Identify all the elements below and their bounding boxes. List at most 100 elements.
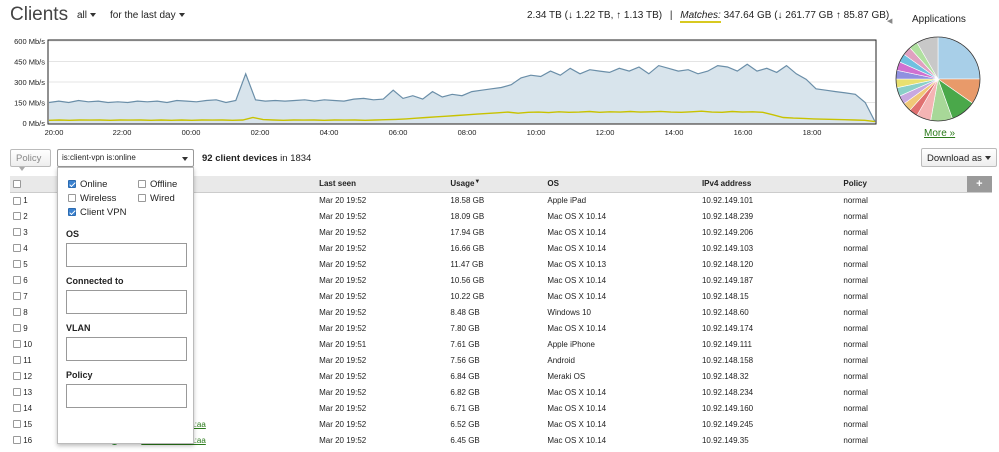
ip-cell: 10.92.149.111 — [698, 336, 841, 352]
filter-wireless[interactable]: Wireless — [68, 193, 116, 204]
column-last-seen[interactable]: Last seen — [316, 176, 448, 193]
wired-checkbox[interactable] — [138, 194, 146, 202]
x-tick-label: 04:00 — [320, 128, 339, 137]
filter-offline[interactable]: Offline — [138, 179, 177, 190]
search-value: is:client-vpn is:online — [62, 153, 136, 162]
applications-label: Applications — [912, 14, 966, 25]
usage-cell: 7.61 GB — [447, 336, 545, 352]
last-seen-cell: Mar 20 19:52 — [319, 291, 367, 301]
os-cell: Android — [547, 355, 575, 365]
y-tick-label: 450 Mb/s — [14, 58, 45, 67]
policy-cell: normal — [840, 272, 967, 288]
y-tick-label: 600 Mb/s — [14, 37, 45, 46]
last-seen-cell: Mar 20 19:51 — [316, 336, 448, 352]
policy-cell: normal — [843, 387, 868, 397]
search-input[interactable]: is:client-vpn is:online — [57, 149, 194, 167]
add-column-button[interactable]: + — [966, 176, 992, 193]
row-checkbox[interactable] — [13, 404, 21, 413]
filter-online[interactable]: Online — [68, 179, 107, 190]
usage-chart: 600 Mb/s 450 Mb/s 300 Mb/s 150 Mb/s 0 Mb/s 2… — [14, 37, 877, 137]
usage-cell: 16.66 GB — [447, 240, 545, 256]
ip-cell: 10.92.149.174 — [701, 323, 754, 333]
row-checkbox[interactable] — [13, 340, 21, 349]
download-button[interactable]: Download as — [921, 148, 997, 167]
os-cell: Windows 10 — [544, 304, 699, 320]
more-link[interactable]: More » — [924, 128, 955, 139]
column-os[interactable]: OS — [544, 176, 699, 193]
y-tick-label: 0 Mb/s — [22, 119, 45, 128]
row-checkbox[interactable] — [13, 324, 21, 333]
usage-cell: 8.48 GB — [447, 304, 545, 320]
policy-cell: normal — [843, 419, 868, 429]
filter-client-vpn[interactable]: Client VPN — [68, 207, 126, 218]
policy-button[interactable]: Policy — [10, 149, 51, 172]
time-range-dropdown[interactable]: for the last day — [110, 10, 185, 21]
policy-filter-input[interactable] — [66, 384, 187, 408]
filter-panel: Online Offline Wireless Wired Client VPN… — [57, 167, 194, 444]
x-tick-label: 16:00 — [734, 128, 753, 137]
usage-cell: 10.22 GB — [450, 291, 485, 301]
row-number: 13 — [23, 387, 33, 397]
row-checkbox[interactable] — [13, 308, 21, 317]
client-vpn-label: Client VPN — [80, 207, 127, 218]
policy-cell: normal — [840, 208, 967, 224]
select-all-checkbox[interactable] — [13, 180, 21, 189]
summary-separator: | — [669, 10, 673, 21]
filter-all-dropdown[interactable]: all — [77, 10, 97, 21]
row-checkbox[interactable] — [13, 228, 21, 237]
row-checkbox[interactable] — [13, 372, 21, 381]
column-usage[interactable]: Usage▼ — [447, 176, 545, 193]
last-seen-cell: Mar 20 19:52 — [319, 259, 367, 269]
connected-filter-input[interactable] — [66, 290, 187, 314]
y-tick-label: 150 Mb/s — [14, 99, 45, 108]
policy-cell: normal — [843, 227, 868, 237]
column-ip[interactable]: IPv4 address — [698, 176, 841, 193]
pie-slice[interactable] — [937, 36, 981, 80]
row-number: 14 — [23, 403, 33, 413]
row-checkbox[interactable] — [13, 420, 21, 429]
chevron-down-icon — [19, 167, 25, 172]
row-checkbox[interactable] — [13, 436, 21, 445]
applications-pie-chart[interactable] — [893, 34, 983, 124]
ip-cell: 10.92.148.32 — [698, 368, 841, 384]
wireless-checkbox[interactable] — [68, 194, 76, 202]
usage-summary: 2.34 TB (↓ 1.22 TB, ↑ 1.13 TB) | Matches… — [527, 10, 889, 23]
row-checkbox[interactable] — [13, 212, 21, 221]
last-seen-cell: Mar 20 19:52 — [319, 195, 367, 205]
policy-label: Policy — [16, 153, 42, 164]
filter-wired[interactable]: Wired — [138, 193, 175, 204]
client-vpn-checkbox[interactable] — [68, 208, 76, 216]
row-checkbox[interactable] — [13, 356, 21, 365]
prev-arrow-icon[interactable]: ◀ — [887, 17, 892, 25]
ip-cell: 10.92.149.35 — [698, 432, 841, 448]
ip-cell: 10.92.148.158 — [701, 355, 754, 365]
os-cell: Meraki OS — [544, 368, 699, 384]
row-checkbox[interactable] — [13, 292, 21, 301]
row-checkbox[interactable] — [13, 260, 21, 269]
usage-cell: 18.09 GB — [447, 208, 545, 224]
ip-cell: 10.92.149.160 — [698, 400, 841, 416]
offline-checkbox[interactable] — [138, 180, 146, 188]
x-tick-label: 20:00 — [45, 128, 64, 137]
ip-cell: 10.92.149.101 — [701, 195, 754, 205]
os-filter-label: OS — [66, 229, 80, 239]
row-checkbox[interactable] — [13, 276, 21, 285]
policy-cell: normal — [840, 368, 967, 384]
os-cell: Mac OS X 10.14 — [544, 272, 699, 288]
row-number: 15 — [23, 419, 33, 429]
online-checkbox[interactable] — [68, 180, 76, 188]
x-tick-label: 08:00 — [458, 128, 477, 137]
row-checkbox[interactable] — [13, 388, 21, 397]
x-tick-label: 18:00 — [803, 128, 822, 137]
online-label: Online — [80, 179, 108, 190]
vlan-filter-input[interactable] — [66, 337, 187, 361]
row-checkbox[interactable] — [13, 244, 21, 253]
ip-cell: 10.92.148.15 — [701, 291, 749, 301]
wired-label: Wired — [150, 193, 175, 204]
os-cell: Mac OS X 10.14 — [544, 208, 699, 224]
column-policy[interactable]: Policy — [840, 176, 967, 193]
policy-cell: normal — [843, 291, 868, 301]
wireless-label: Wireless — [80, 193, 117, 204]
os-filter-input[interactable] — [66, 243, 187, 267]
row-checkbox[interactable] — [13, 196, 21, 205]
